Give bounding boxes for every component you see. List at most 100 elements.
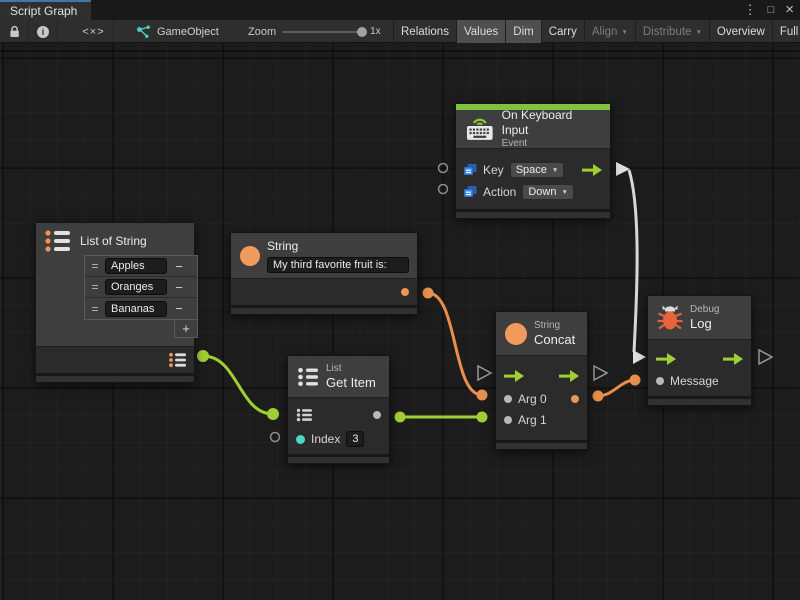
node-footer bbox=[288, 454, 389, 463]
zoom-value: 1x bbox=[370, 26, 381, 37]
keyboard-action-port[interactable] bbox=[439, 185, 448, 194]
wire-keyboard-to-log[interactable] bbox=[629, 170, 637, 352]
keyboard-key-port[interactable] bbox=[439, 164, 448, 173]
getitem-index-port[interactable] bbox=[271, 433, 280, 442]
carry-button[interactable]: Carry bbox=[541, 20, 584, 43]
node-header[interactable]: List of String = Apples − = Oranges − = bbox=[36, 223, 194, 347]
wire-end-dot[interactable] bbox=[267, 408, 279, 420]
orange-list-icon bbox=[44, 229, 72, 253]
node-title: Get Item bbox=[326, 375, 376, 391]
gameobject-label: GameObject bbox=[157, 26, 219, 38]
graph-canvas[interactable]: On Keyboard Input Event Key Space ▼ bbox=[0, 43, 800, 600]
drag-handle[interactable]: = bbox=[88, 259, 102, 273]
wire-end-dot[interactable] bbox=[630, 375, 641, 386]
inspect-button[interactable]: i bbox=[29, 20, 58, 43]
key-dropdown[interactable]: Space ▼ bbox=[510, 162, 565, 178]
wire-string-to-concat-arg0[interactable] bbox=[428, 293, 482, 395]
flow-out-arrow-icon[interactable] bbox=[582, 164, 602, 176]
tab-script-graph[interactable]: Script Graph bbox=[0, 0, 91, 20]
drag-handle[interactable]: = bbox=[88, 302, 102, 316]
graph-asset-icon bbox=[136, 25, 151, 39]
node-on-keyboard-input[interactable]: On Keyboard Input Event Key Space ▼ bbox=[455, 103, 611, 219]
keyboard-flow-out-port[interactable] bbox=[616, 162, 630, 176]
bug-icon bbox=[657, 304, 683, 331]
list-item-field[interactable]: Bananas bbox=[105, 301, 167, 317]
values-button[interactable]: Values bbox=[456, 20, 505, 43]
log-flow-out-port[interactable] bbox=[759, 350, 772, 364]
string-icon bbox=[240, 246, 260, 266]
lock-button[interactable] bbox=[0, 20, 29, 43]
overview-button[interactable]: Overview bbox=[709, 20, 772, 43]
log-flow-in-port[interactable] bbox=[633, 350, 646, 364]
align-button[interactable]: Align ▼ bbox=[584, 20, 635, 43]
string-value-field[interactable]: My third favorite fruit is: bbox=[267, 257, 409, 273]
wire-list-to-getitem[interactable] bbox=[203, 356, 273, 414]
index-label: Index bbox=[311, 432, 340, 446]
enum-icon bbox=[464, 164, 477, 176]
add-item-button[interactable]: + bbox=[174, 320, 198, 338]
maximize-icon[interactable]: □ bbox=[768, 0, 775, 20]
item-output-port[interactable] bbox=[373, 411, 381, 419]
wire-end-dot[interactable] bbox=[423, 288, 434, 299]
string-output-port[interactable] bbox=[401, 288, 409, 296]
arg1-input-port[interactable] bbox=[504, 416, 512, 424]
wire-end-dot[interactable] bbox=[477, 412, 488, 423]
message-input-port[interactable] bbox=[656, 377, 664, 385]
action-dropdown[interactable]: Down ▼ bbox=[522, 184, 574, 200]
wire-end-dot[interactable] bbox=[197, 350, 209, 362]
node-header[interactable]: Debug Log bbox=[648, 296, 751, 340]
list-item-row: = Apples − bbox=[85, 256, 197, 277]
script-graph-window: Script Graph ⋮ □ × i <×> bbox=[0, 0, 800, 600]
node-title: On Keyboard Input bbox=[502, 108, 601, 138]
node-title: Concat bbox=[534, 332, 575, 348]
zoom-label: Zoom bbox=[248, 26, 276, 38]
dim-button[interactable]: Dim bbox=[505, 20, 540, 43]
zoom-slider[interactable] bbox=[282, 31, 364, 33]
key-label: Key bbox=[483, 163, 504, 177]
remove-item-button[interactable]: − bbox=[170, 259, 188, 274]
node-title: Log bbox=[690, 316, 719, 332]
drag-handle[interactable]: = bbox=[88, 280, 102, 294]
wire-end-dot[interactable] bbox=[395, 412, 406, 423]
index-value-field[interactable]: 3 bbox=[346, 431, 364, 447]
close-icon[interactable]: × bbox=[785, 0, 794, 20]
concat-flow-out-port[interactable] bbox=[594, 366, 607, 380]
node-get-item[interactable]: List Get Item bbox=[287, 355, 390, 464]
code-view-button[interactable]: <×> bbox=[74, 20, 114, 43]
list-output-port[interactable] bbox=[168, 352, 188, 368]
flow-in-arrow-icon[interactable] bbox=[656, 353, 676, 365]
relations-button[interactable]: Relations bbox=[393, 20, 456, 43]
remove-item-button[interactable]: − bbox=[170, 301, 188, 316]
node-string-literal[interactable]: String My third favorite fruit is: bbox=[230, 232, 418, 315]
node-category: List bbox=[326, 363, 376, 375]
node-concat[interactable]: String Concat Arg 0 bbox=[495, 311, 588, 450]
node-debug-log[interactable]: Debug Log Message bbox=[647, 295, 752, 406]
list-item-field[interactable]: Apples bbox=[105, 258, 167, 274]
arg0-input-port[interactable] bbox=[504, 395, 512, 403]
kebab-menu-icon[interactable]: ⋮ bbox=[744, 0, 757, 20]
flow-out-arrow-icon[interactable] bbox=[723, 353, 743, 365]
arg0-label: Arg 0 bbox=[518, 392, 547, 406]
distribute-button[interactable]: Distribute ▼ bbox=[635, 20, 709, 43]
node-category: Debug bbox=[690, 304, 719, 316]
result-output-port[interactable] bbox=[571, 395, 579, 403]
list-item-field[interactable]: Oranges bbox=[105, 279, 167, 295]
wire-end-dot[interactable] bbox=[593, 391, 604, 402]
flow-in-arrow-icon[interactable] bbox=[504, 370, 524, 382]
wire-concat-to-log-message[interactable] bbox=[598, 380, 635, 396]
flow-out-arrow-icon[interactable] bbox=[559, 370, 579, 382]
node-header[interactable]: On Keyboard Input Event bbox=[456, 110, 610, 149]
node-header[interactable]: String Concat bbox=[496, 312, 587, 356]
remove-item-button[interactable]: − bbox=[170, 280, 188, 295]
wire-end-dot[interactable] bbox=[477, 390, 488, 401]
list-input-port[interactable] bbox=[296, 408, 314, 422]
zoom-slider-handle[interactable] bbox=[357, 27, 367, 37]
fullscreen-button[interactable]: Full Scre bbox=[772, 20, 800, 43]
node-header[interactable]: List Get Item bbox=[288, 356, 389, 398]
node-list-of-string[interactable]: List of String = Apples − = Oranges − = bbox=[35, 222, 195, 383]
gameobject-context[interactable]: GameObject bbox=[136, 20, 219, 43]
concat-flow-in-port[interactable] bbox=[478, 366, 491, 380]
message-label: Message bbox=[670, 374, 719, 388]
node-header[interactable]: String My third favorite fruit is: bbox=[231, 233, 417, 279]
index-input-port[interactable] bbox=[296, 435, 305, 444]
